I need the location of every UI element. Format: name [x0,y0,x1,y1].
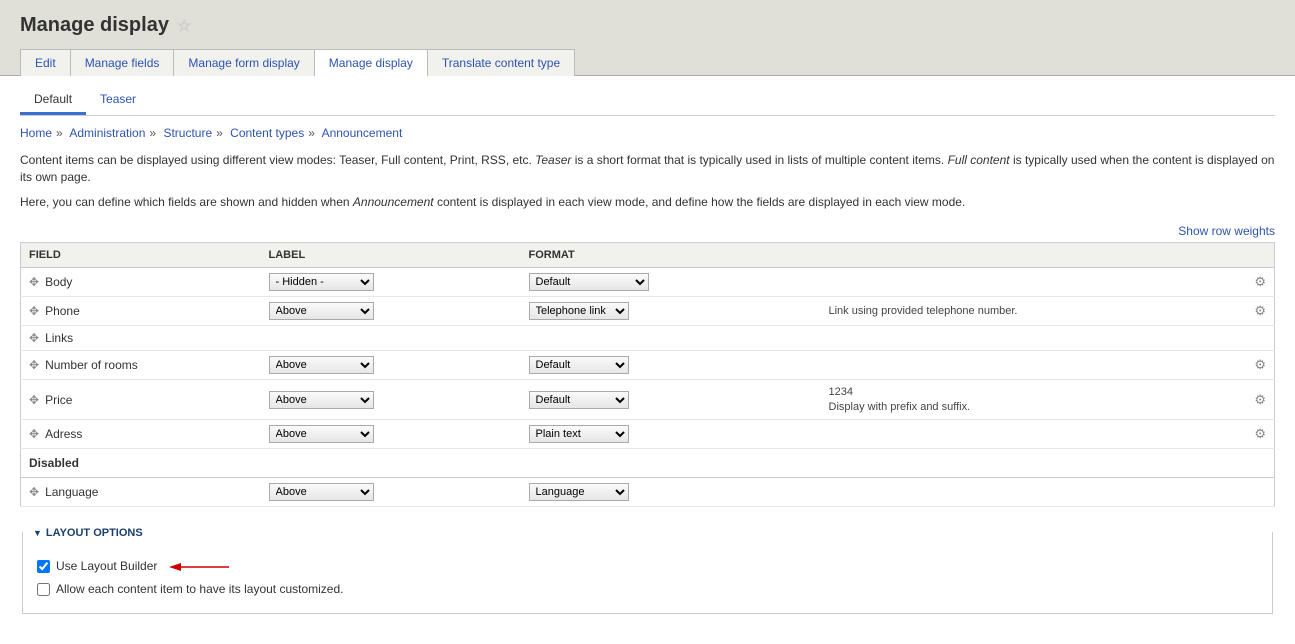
field-name: Number of rooms [45,358,138,372]
allow-custom-layout-checkbox[interactable] [37,583,50,596]
label-format-select[interactable]: Default [529,273,649,291]
collapse-icon: ▼ [33,528,42,538]
arrow-annotation-icon [169,560,229,574]
allow-custom-layout-label: Allow each content item to have its layo… [56,582,343,596]
row-summary: Link using provided telephone number. [821,297,1245,326]
description-line-2: Here, you can define which fields are sh… [20,194,1275,211]
field-name: Price [45,393,72,407]
breadcrumb-home[interactable]: Home [20,126,52,140]
drag-handle-icon[interactable]: ✥ [29,304,45,318]
drag-handle-icon[interactable]: ✥ [29,275,45,289]
row-summary [821,268,1245,297]
tab-translate[interactable]: Translate content type [427,49,575,76]
gear-icon[interactable]: ⚙ [1254,392,1266,407]
subtab-default[interactable]: Default [20,86,86,115]
drag-handle-icon[interactable]: ✥ [29,485,45,499]
table-row: ✥Body - Hidden - Default ⚙ [21,268,1275,297]
row-summary [821,326,1245,351]
field-name: Language [45,485,98,499]
subtab-teaser[interactable]: Teaser [86,86,150,115]
star-icon[interactable]: ☆ [177,16,191,36]
tab-edit[interactable]: Edit [20,49,71,76]
breadcrumb-administration[interactable]: Administration [69,126,145,140]
row-summary [821,477,1245,506]
label-format-select[interactable]: Telephone link [529,302,629,320]
col-extra [821,243,1245,268]
show-row-weights-link[interactable]: Show row weights [1178,224,1275,238]
table-row: ✥Adress Above Plain text ⚙ [21,419,1275,448]
table-row: ✥Phone Above Telephone link Link using prov… [21,297,1275,326]
label-format-select[interactable]: Plain text [529,425,629,443]
label-format-select[interactable]: Above [269,391,374,409]
label-format-select[interactable]: Above [269,356,374,374]
row-summary [821,419,1245,448]
layout-options-panel: ▼LAYOUT OPTIONS Use Layout Builder Allow… [22,521,1273,614]
row-summary [821,351,1245,380]
tab-manage-fields[interactable]: Manage fields [70,49,175,76]
label-format-select[interactable]: - Hidden - [269,273,374,291]
use-layout-builder-label: Use Layout Builder [56,559,157,573]
label-format-select[interactable]: Above [269,483,374,501]
fields-table: FIELD LABEL FORMAT ✥Body- Hidden -Defaul… [20,242,1275,507]
col-field: FIELD [21,243,261,268]
gear-icon[interactable]: ⚙ [1254,274,1266,289]
field-name: Links [45,331,73,345]
description-line-1: Content items can be displayed using dif… [20,152,1275,186]
gear-icon[interactable]: ⚙ [1254,303,1266,318]
label-format-select[interactable]: Default [529,391,629,409]
label-format-select[interactable]: Above [269,302,374,320]
table-row: ✥Price Above Default 1234Display with prefi… [21,380,1275,420]
drag-handle-icon[interactable]: ✥ [29,358,45,372]
label-format-select[interactable]: Language [529,483,629,501]
drag-handle-icon[interactable]: ✥ [29,427,45,441]
primary-tabs: Edit Manage fields Manage form display M… [20,49,1275,76]
label-format-select[interactable]: Default [529,356,629,374]
tab-manage-display[interactable]: Manage display [314,49,428,76]
disabled-section: Disabled [21,448,1275,477]
gear-icon[interactable]: ⚙ [1254,426,1266,441]
breadcrumb: Home» Administration» Structure» Content… [20,116,1275,148]
col-format: FORMAT [521,243,821,268]
drag-handle-icon[interactable]: ✥ [29,331,45,345]
table-row: ✥LanguageAboveLanguage [21,477,1275,506]
tab-manage-form-display[interactable]: Manage form display [173,49,314,76]
page-title: Manage display ☆ [20,14,1275,37]
label-format-select[interactable]: Above [269,425,374,443]
field-name: Body [45,275,72,289]
breadcrumb-announcement[interactable]: Announcement [322,126,403,140]
breadcrumb-content-types[interactable]: Content types [230,126,304,140]
breadcrumb-structure[interactable]: Structure [163,126,212,140]
drag-handle-icon[interactable]: ✥ [29,393,45,407]
secondary-tabs: Default Teaser [20,76,1275,116]
table-row: ✥Number of rooms Above Default ⚙ [21,351,1275,380]
page-title-text: Manage display [20,14,169,37]
field-name: Phone [45,304,80,318]
col-label: LABEL [261,243,521,268]
col-actions [1245,243,1275,268]
use-layout-builder-checkbox[interactable] [37,560,50,573]
gear-icon[interactable]: ⚙ [1254,357,1266,372]
table-row: ✥Links [21,326,1275,351]
row-summary: 1234Display with prefix and suffix. [821,380,1245,420]
layout-options-legend[interactable]: ▼LAYOUT OPTIONS [23,521,1272,545]
field-name: Adress [45,427,82,441]
